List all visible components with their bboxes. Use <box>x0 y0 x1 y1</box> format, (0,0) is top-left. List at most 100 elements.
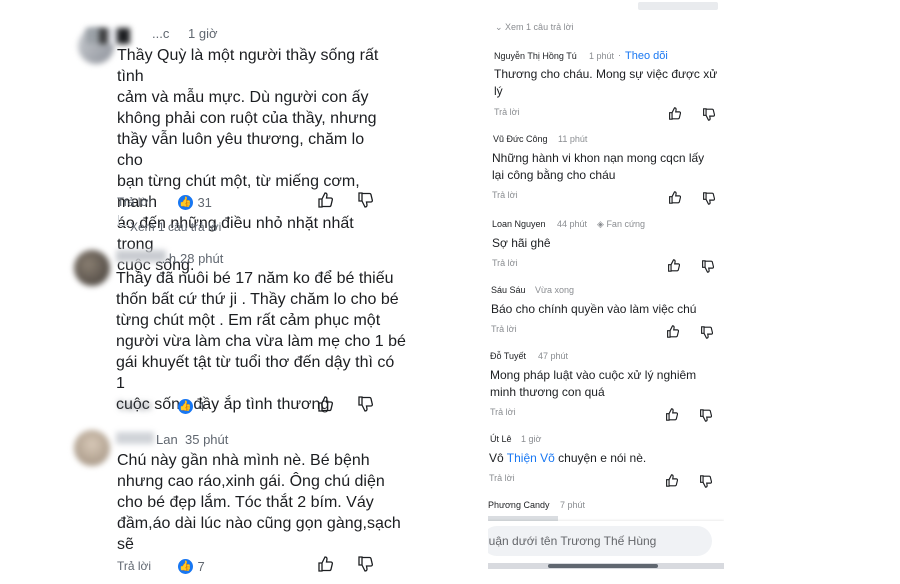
comment-line: Báo cho chính quyền vào làm việc chú <box>491 302 697 316</box>
thumbs-down-icon[interactable] <box>699 475 712 488</box>
commenter-name-redacted <box>116 432 154 444</box>
reply-button[interactable]: Trả lời <box>489 473 515 483</box>
thumbs-down-icon[interactable] <box>357 556 373 572</box>
reply-button[interactable]: Trả lời <box>490 407 516 417</box>
comment-line: Thầy đã nuôi bé 17 năm ko để bé thiếu <box>116 270 394 287</box>
comment-time: 1 giờ <box>188 26 218 41</box>
view-replies-link[interactable]: ⌄ Xem 1 câu trả lời <box>495 22 573 33</box>
comment-time: 35 phút <box>185 432 229 447</box>
like-reaction-icon: 👍 <box>178 399 193 415</box>
commenter-name[interactable]: Lan <box>156 432 178 447</box>
thumbs-down-icon[interactable] <box>701 260 714 273</box>
thumbs-down-icon[interactable] <box>357 192 373 208</box>
thumbs-up-icon[interactable] <box>668 191 681 204</box>
thumbs-up-icon[interactable] <box>317 556 333 572</box>
like-count[interactable]: 👍 31 <box>178 194 212 212</box>
reply-button[interactable]: Trả lời <box>117 195 151 209</box>
comment-text: Báo cho chính quyền vào làm việc chú <box>491 301 721 318</box>
comment-line: nhưng cao ráo,xinh gái. Ông chú diện <box>117 473 385 490</box>
chevron-down-icon: ⌄ <box>495 22 506 32</box>
comment-line: bạn từng chút một, từ miếng cơm, manh <box>117 173 360 211</box>
thumbs-down-icon[interactable] <box>702 108 715 121</box>
commenter-name[interactable]: Phương Candy <box>488 500 549 510</box>
comment-input-placeholder: luận dưới tên Trương Thế Hùng <box>488 534 657 548</box>
comment-line: cho bé đẹp lắm. Tóc thắt 2 bím. Váy <box>117 494 374 511</box>
comment-input[interactable]: luận dưới tên Trương Thế Hùng <box>488 526 712 556</box>
comment-line: không phải con ruột của thầy, nhưng <box>117 110 377 127</box>
avatar[interactable] <box>74 430 110 466</box>
view-replies-label: Xem 1 câu trả lời <box>505 22 574 32</box>
comment-text: Vô Thiện Võ chuyện e nói nè. <box>489 450 721 467</box>
like-count-value: 7 <box>197 559 205 574</box>
reply-connector <box>118 215 129 226</box>
comment-line: cảm và mẫu mực. Dù người con ấy <box>117 89 369 106</box>
comment-line: Những hành vi khon nạn mong cqcn lấy <box>492 151 705 165</box>
like-count-value: 4 <box>197 399 205 414</box>
commenter-name[interactable]: Loan Nguyen <box>492 219 546 229</box>
comment-text: Sợ hãi ghê <box>492 235 722 252</box>
commenter-name[interactable]: ...c <box>152 26 169 41</box>
commenter-name[interactable]: Sáu Sáu <box>491 285 526 295</box>
comment-line: minh thương con quá <box>490 385 605 399</box>
right-panel: ⌄ Xem 1 câu trả lời Nguyễn Thị Hồng Tú 1… <box>488 0 724 584</box>
comment-text: Chú này gần nhà mình nè. Bé bệnh nhưng c… <box>117 450 407 555</box>
comment-time: 47 phút <box>538 351 569 361</box>
commenter-name[interactable]: Vũ Đức Công <box>493 134 548 144</box>
reply-button[interactable]: Trả lời <box>117 559 151 573</box>
thumbs-up-icon[interactable] <box>317 396 333 412</box>
commenter-name[interactable]: Út Lê <box>490 434 512 444</box>
thumbs-up-icon[interactable] <box>668 107 681 120</box>
commenter-name[interactable]: Đỗ Tuyết <box>490 351 526 361</box>
comment-text-prefix: Vô <box>489 451 507 465</box>
like-count[interactable]: 👍 4 <box>178 398 205 416</box>
thumbs-up-icon[interactable] <box>666 325 679 338</box>
like-count-value: 31 <box>197 195 212 210</box>
comment-text: Thương cho cháu. Mong sự việc được xử lý <box>494 66 724 100</box>
comment-line: lại công bằng cho cháu <box>492 168 616 182</box>
reply-button[interactable]: Trả lời <box>492 190 518 200</box>
comment-time: 44 phút <box>557 219 588 229</box>
comment-line: thốn bất cứ thứ ji . Thầy chăm lo cho bé <box>116 291 399 308</box>
fan-badge: ◈ Fan cứng <box>597 219 645 230</box>
reply-button[interactable]: Trả lời <box>491 324 517 334</box>
reply-button[interactable]: Trả lời <box>117 399 151 413</box>
comment-time: 7 phút <box>560 500 586 510</box>
comment-line: Thương cho cháu. Mong sự việc được xử <box>494 67 718 81</box>
comment-line: thầy vẫn luôn yêu thương, chăm lo cho <box>117 131 365 169</box>
view-replies-link[interactable]: Xem 1 câu trả lời <box>130 220 221 234</box>
avatar[interactable] <box>74 250 110 286</box>
comment-time: 1 giờ <box>521 434 542 444</box>
mention-link[interactable]: Thiện Võ <box>507 451 555 465</box>
home-indicator-bar <box>548 564 658 568</box>
thumbs-down-icon[interactable] <box>700 326 713 339</box>
commenter-name-redacted <box>86 28 130 44</box>
thumbs-down-icon[interactable] <box>702 192 715 205</box>
thumbs-up-icon[interactable] <box>667 259 680 272</box>
follow-button[interactable]: Theo dõi <box>625 50 668 62</box>
comment-time: Vừa xong <box>535 285 575 295</box>
comment-text: Thầy Quỳ là một người thầy sống rất tình… <box>117 45 387 276</box>
comment-line: từng chút một . Em rất cảm phục một <box>116 312 381 329</box>
reply-button[interactable]: Trả lời <box>494 107 520 117</box>
comment-line: gái khuyết tật từ tuổi thơ đến dậy thì c… <box>116 354 395 392</box>
thumbs-up-icon[interactable] <box>665 408 678 421</box>
comment-line: sẽ <box>117 536 134 553</box>
commenter-name[interactable]: ...h <box>158 251 176 266</box>
comment-line: đầm,áo dài lúc nào cũng gọn gàng,sạch <box>117 515 401 532</box>
thumbs-down-icon[interactable] <box>357 396 373 412</box>
like-count[interactable]: 👍 7 <box>178 558 205 576</box>
thumbs-down-icon[interactable] <box>699 409 712 422</box>
comment-text: Những hành vi khon nạn mong cqcn lấy lại… <box>492 150 722 184</box>
dot-separator: · <box>618 50 621 60</box>
thumbs-up-icon[interactable] <box>665 474 678 487</box>
comment-time: 1 phút <box>589 51 615 61</box>
thumbs-up-icon[interactable] <box>317 192 333 208</box>
comment-time: 11 phút <box>558 134 588 144</box>
comment-text-suffix: chuyện e nói nè. <box>554 451 647 465</box>
comment-composer: luận dưới tên Trương Thế Hùng <box>488 521 724 584</box>
fan-badge-label: Fan cứng <box>606 219 645 229</box>
diamond-icon: ◈ <box>597 219 604 229</box>
reply-button[interactable]: Trả lời <box>492 258 518 268</box>
comment-line: người vừa làm cha vừa làm mẹ cho 1 bé <box>116 333 406 350</box>
commenter-name[interactable]: Nguyễn Thị Hồng Tú <box>494 51 577 61</box>
